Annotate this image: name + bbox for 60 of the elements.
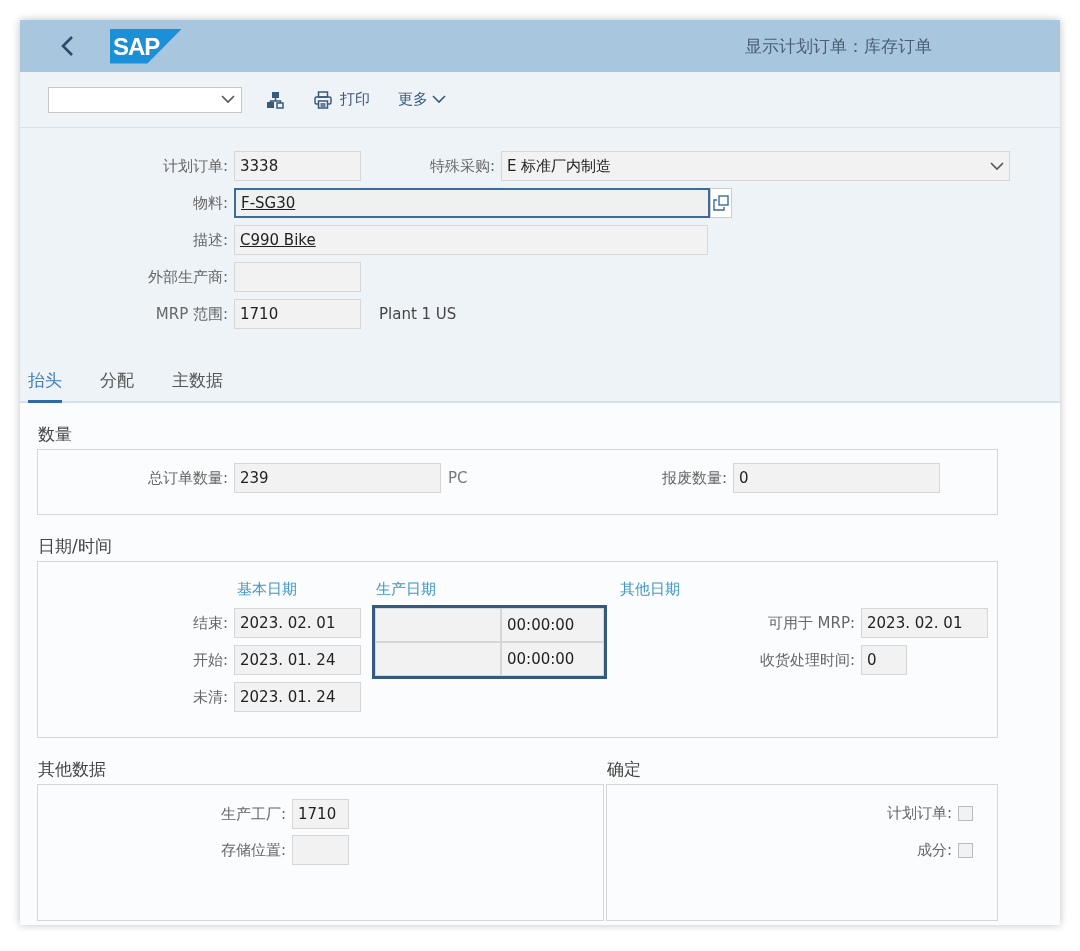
field-label: 外部生产商:: [146, 267, 229, 287]
column-header: 基本日期: [237, 579, 298, 599]
tab[interactable]: 分配: [100, 368, 134, 403]
input-field[interactable]: [375, 608, 501, 642]
tab[interactable]: 主数据: [172, 368, 223, 403]
input-field[interactable]: F-SG30: [234, 188, 710, 218]
input-field[interactable]: 00:00:00: [501, 608, 604, 642]
field-label: 计划订单:: [161, 156, 229, 176]
plant-text: Plant 1 US: [379, 305, 457, 323]
input-field[interactable]: 0: [733, 463, 940, 493]
dropdown[interactable]: [48, 86, 242, 113]
checkbox[interactable]: [958, 805, 973, 821]
section-title: 其他数据: [38, 758, 106, 781]
field-label: 未清:: [191, 687, 229, 707]
input-field[interactable]: [292, 835, 349, 865]
chevron-down-icon: [432, 95, 446, 104]
field-label: 可用于 MRP:: [766, 613, 856, 633]
column-header: 其他日期: [620, 579, 680, 599]
field-label: MRP 范围:: [154, 304, 229, 324]
dropdown[interactable]: E 标准厂内制造: [501, 151, 1010, 181]
field-label: 结束:: [191, 613, 229, 633]
hierarchy-icon[interactable]: [266, 90, 284, 109]
input-field[interactable]: [375, 642, 501, 676]
input-field[interactable]: 1710: [234, 299, 361, 329]
field-label: 开始:: [191, 650, 229, 670]
more-button[interactable]: 更多: [398, 90, 446, 109]
chevron-down-icon: [221, 95, 235, 104]
logo: SAP: [110, 28, 182, 64]
field-label: 存储位置:: [219, 840, 287, 860]
input-field[interactable]: 2023. 01. 24: [234, 682, 361, 712]
field-label: 成分:: [915, 840, 953, 860]
input-field[interactable]: 239: [234, 463, 441, 493]
field-label: 报废数量:: [660, 468, 728, 488]
input-field[interactable]: C990 Bike: [234, 225, 708, 255]
chevron-down-icon: [990, 161, 1004, 171]
column-header: 生产日期: [376, 579, 437, 599]
field-label: 描述:: [191, 230, 229, 250]
input-field[interactable]: 2023. 01. 24: [234, 645, 361, 675]
printer-icon: [314, 90, 332, 109]
section-title: 日期/时间: [38, 535, 112, 558]
field-label: 特殊采购:: [428, 156, 496, 176]
section-title: 确定: [607, 758, 641, 781]
input-field[interactable]: 0: [861, 645, 907, 675]
field-label: 生产工厂:: [219, 804, 287, 824]
print-button[interactable]: 打印: [314, 90, 370, 109]
input-field[interactable]: [234, 262, 361, 292]
field-label: 总订单数量:: [146, 468, 229, 488]
input-field[interactable]: 3338: [234, 151, 361, 181]
input-field[interactable]: 2023. 02. 01: [234, 608, 361, 638]
unit-text: PC: [447, 469, 469, 487]
window-title: 显示计划订单：库存订单: [745, 34, 932, 58]
value-help-button[interactable]: [710, 188, 732, 218]
input-field[interactable]: 00:00:00: [501, 642, 604, 676]
field-label: 计划订单:: [885, 803, 953, 823]
input-field[interactable]: 2023. 02. 01: [861, 608, 988, 638]
checkbox[interactable]: [958, 842, 973, 858]
field-label: 收货处理时间:: [758, 650, 856, 670]
input-field[interactable]: 1710: [292, 799, 349, 829]
field-label: 物料:: [191, 193, 229, 213]
section-title: 数量: [38, 423, 72, 446]
